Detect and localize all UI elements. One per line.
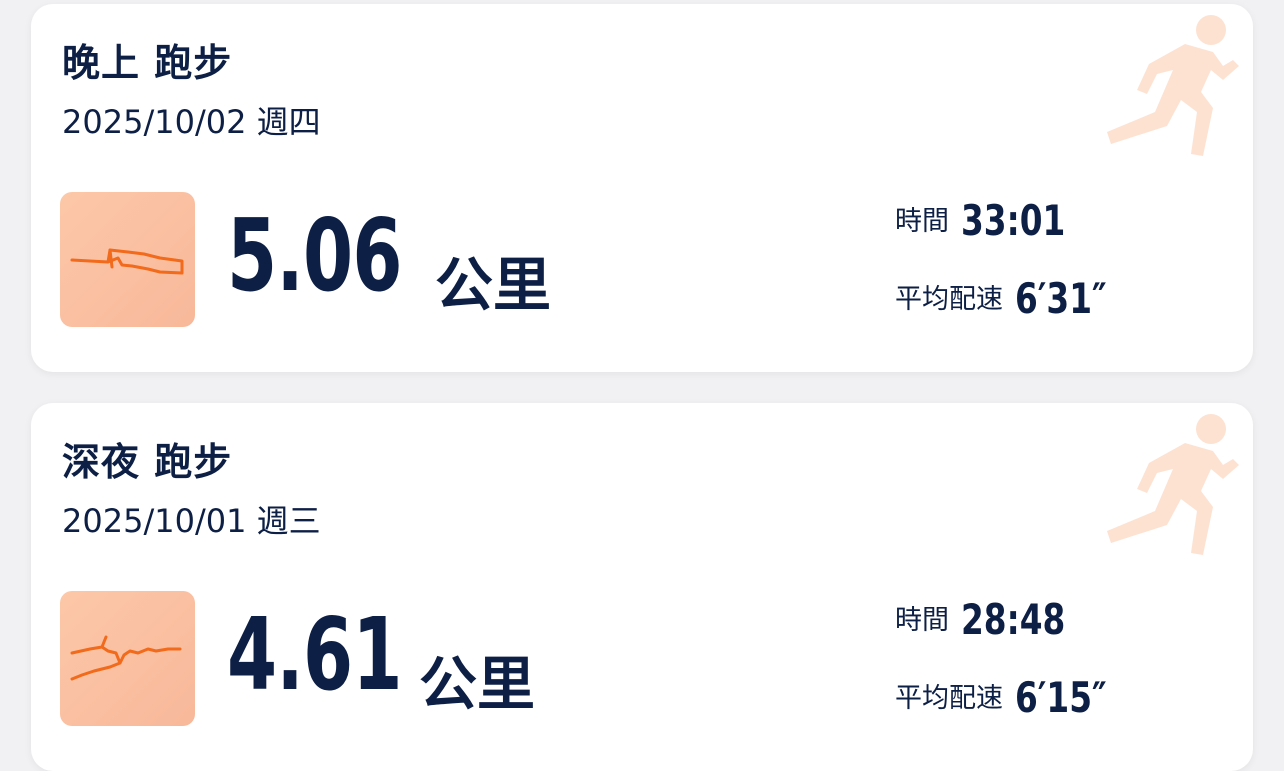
pace-value: 6′31″ (1015, 274, 1107, 323)
distance-value: 5.06 (227, 197, 402, 314)
activity-card[interactable]: 深夜 跑步 2025/10/01 週三 4.61 公里 時間 28:48 平均配… (31, 403, 1253, 771)
pace-stat: 平均配速 6′15″ (895, 677, 1133, 719)
pace-stat: 平均配速 6′31″ (895, 278, 1133, 320)
running-person-icon (1093, 407, 1243, 571)
route-map-thumbnail[interactable] (60, 591, 195, 726)
pace-value: 6′15″ (1015, 673, 1107, 722)
time-label: 時間 (895, 604, 949, 636)
time-label: 時間 (895, 205, 949, 237)
activity-title: 晚上 跑步 (62, 41, 233, 85)
running-person-icon (1093, 8, 1243, 172)
distance-value: 4.61 (227, 596, 402, 713)
pace-label: 平均配速 (895, 682, 1003, 714)
activity-date: 2025/10/01 週三 (62, 502, 321, 540)
distance-unit: 公里 (419, 650, 536, 718)
activity-card[interactable]: 晚上 跑步 2025/10/02 週四 5.06 公里 時間 33:01 平均配… (31, 4, 1253, 372)
route-map-thumbnail[interactable] (60, 192, 195, 327)
time-stat: 時間 33:01 (895, 200, 1095, 242)
time-value: 28:48 (961, 595, 1066, 644)
distance-unit: 公里 (435, 251, 552, 319)
activity-title: 深夜 跑步 (62, 440, 233, 484)
time-value: 33:01 (961, 196, 1066, 245)
activity-date: 2025/10/02 週四 (62, 103, 321, 141)
pace-label: 平均配速 (895, 283, 1003, 315)
time-stat: 時間 28:48 (895, 599, 1095, 641)
distance: 5.06 (227, 206, 470, 316)
